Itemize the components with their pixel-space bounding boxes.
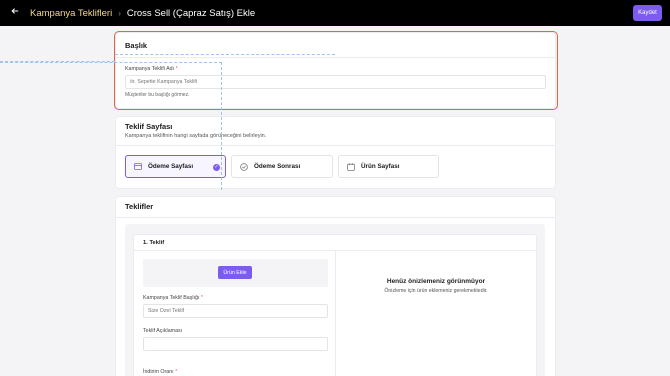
- required-mark: *: [200, 295, 203, 301]
- arrow-left-icon: [11, 8, 19, 14]
- offer-heading-label-text: Kampanya Teklif Başlığı: [143, 295, 200, 301]
- option-checkout-page[interactable]: Ödeme Sayfası ✓: [125, 155, 226, 178]
- focus-highlight: [114, 31, 558, 110]
- breadcrumb-parent-link[interactable]: Kampanya Teklifleri: [30, 8, 112, 19]
- back-button[interactable]: [8, 6, 22, 20]
- preview-empty-title: Henüz önizlemeniz görünmüyor: [386, 278, 486, 285]
- guide-line: [0, 62, 222, 63]
- top-bar: Kampanya Teklifleri › Cross Sell (Çapraz…: [0, 0, 670, 26]
- divider: [115, 217, 556, 218]
- option-label: Ödeme Sonrası: [254, 163, 301, 170]
- offer-number-title: 1. Teklif: [143, 240, 165, 246]
- discount-rate-label-text: İndirim Oranı: [143, 369, 174, 375]
- offer-page-subtitle: Kampanya teklifinin hangi sayfada görüne…: [125, 133, 267, 139]
- panel-separator: [335, 250, 336, 376]
- breadcrumb: Kampanya Teklifleri › Cross Sell (Çapraz…: [30, 0, 255, 26]
- option-label: Ürün Sayfası: [361, 163, 400, 170]
- guide-line: [115, 54, 335, 55]
- save-button[interactable]: Kaydet: [633, 5, 662, 21]
- offers-heading: Teklifler: [125, 202, 154, 211]
- option-post-checkout[interactable]: Ödeme Sonrası: [231, 155, 333, 178]
- offer-heading-label: Kampanya Teklif Başlığı *: [143, 295, 203, 301]
- option-product-page[interactable]: Ürün Sayfası: [338, 155, 439, 178]
- check-circle-icon: [240, 162, 248, 171]
- add-product-button[interactable]: Ürün Ekle: [218, 266, 252, 279]
- offer-page-card: [115, 116, 556, 189]
- product-page-icon: [347, 162, 355, 171]
- offer-description-label: Teklif Açıklaması: [143, 328, 183, 334]
- breadcrumb-separator: ›: [118, 8, 121, 18]
- page-title: Cross Sell (Çapraz Satış) Ekle: [126, 7, 256, 19]
- check-icon: ✓: [213, 164, 220, 171]
- required-mark: *: [175, 369, 178, 375]
- offer-description-input[interactable]: [143, 337, 328, 351]
- preview-empty-subtitle: Önizleme için ürün eklemeniz gerekmekted…: [384, 288, 488, 294]
- credit-card-icon: [134, 163, 142, 171]
- guide-line: [221, 62, 222, 190]
- discount-rate-label: İndirim Oranı *: [143, 369, 177, 375]
- divider: [115, 145, 556, 146]
- offer-page-heading: Teklif Sayfası: [125, 122, 173, 131]
- offer-heading-input[interactable]: [143, 304, 328, 318]
- option-label: Ödeme Sayfası: [148, 163, 194, 170]
